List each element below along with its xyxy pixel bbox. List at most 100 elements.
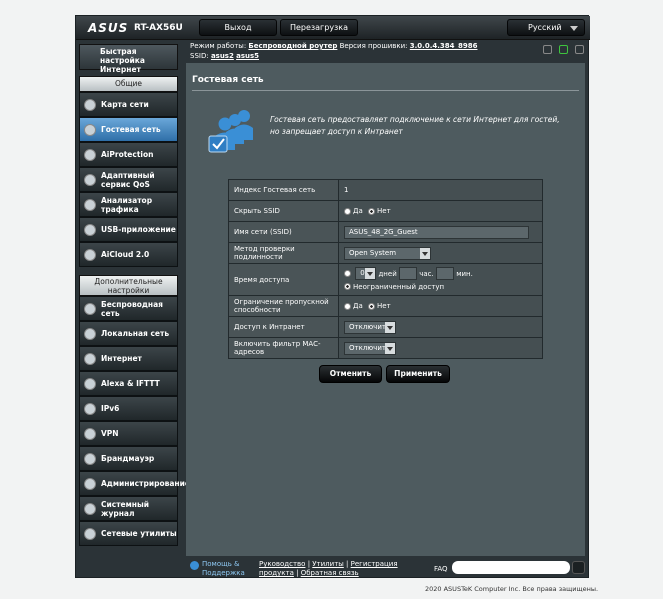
access-time-field: 0 дней час. мин. Неограниченный доступ — [338, 263, 543, 296]
alexa-icon — [84, 377, 96, 390]
logout-button[interactable]: Выход — [199, 19, 277, 36]
menu-wireless[interactable]: Беспроводная сеть — [79, 296, 178, 321]
hide-ssid-no-radio[interactable] — [368, 207, 375, 215]
ssid-5g-link[interactable]: asus5 — [236, 52, 259, 60]
language-label: Русский — [528, 23, 562, 32]
ssid-input[interactable]: ASUS_48_2G_Guest — [344, 225, 529, 239]
index-label: Индекс Гостевая сеть — [228, 179, 339, 201]
bandwidth-limit-field: Да Нет — [338, 295, 543, 317]
menu-lan[interactable]: Локальная сеть — [79, 321, 178, 346]
language-select[interactable]: Русский — [507, 19, 585, 36]
mac-filter-label: Включить фильтр MAC-адресов — [228, 337, 339, 359]
menu-aicloud[interactable]: AiCloud 2.0 — [79, 242, 178, 267]
bandwidth-yes-radio[interactable] — [344, 302, 351, 310]
bandwidth-limit-label: Ограничение пропускной способности — [228, 295, 339, 317]
usb-icon — [84, 223, 96, 236]
top-bar: ASUS RT-AX56U Выход Перезагрузка Русский — [76, 16, 590, 40]
menu-firewall[interactable]: Брандмауэр — [79, 446, 178, 471]
apply-button[interactable]: Применить — [386, 365, 450, 383]
days-select[interactable]: 0 — [355, 267, 377, 280]
ssid-label: SSID: — [190, 52, 209, 60]
mode-label: Режим работы: — [190, 42, 247, 50]
general-menu: Карта сети Гостевая сеть AiProtection Ад… — [79, 92, 178, 267]
menu-guest-network[interactable]: Гостевая сеть — [79, 117, 178, 142]
lan-icon — [84, 327, 96, 340]
chevron-down-icon — [570, 26, 578, 31]
page-title: Гостевая сеть — [192, 75, 264, 85]
mac-filter-select[interactable]: Отключить — [344, 341, 396, 355]
hours-input[interactable] — [398, 267, 417, 280]
menu-vpn[interactable]: VPN — [79, 421, 178, 446]
faq-search-input[interactable] — [452, 561, 570, 574]
asus-logo: ASUS — [88, 21, 129, 35]
ssid-2g-link[interactable]: asus2 — [211, 52, 234, 60]
aicloud-icon — [84, 248, 96, 261]
status-bar: Режим работы: Беспроводной роутер Версия… — [186, 41, 590, 62]
internet-status-icon[interactable] — [559, 45, 568, 54]
intranet-access-select[interactable]: Отключить — [344, 320, 396, 334]
unlimited-label: Неограниченный доступ — [353, 282, 445, 291]
days-unit: дней — [378, 269, 397, 278]
intranet-access-label: Доступ к Интранет — [228, 316, 339, 338]
ssid-name-label: Имя сети (SSID) — [228, 221, 339, 243]
menu-wan[interactable]: Интернет — [79, 346, 178, 371]
ipv6-icon — [84, 402, 96, 415]
advanced-header: Дополнительные настройки — [79, 275, 178, 296]
hours-unit: час. — [419, 269, 434, 278]
menu-syslog[interactable]: Системный журнал — [79, 496, 178, 521]
access-time-limited-radio[interactable] — [344, 270, 351, 277]
menu-alexa[interactable]: Alexa & IFTTT — [79, 371, 178, 396]
menu-aiprotection[interactable]: AiProtection — [79, 142, 178, 167]
traffic-analyzer-icon — [84, 198, 96, 211]
footer-links: Руководство | Утилиты | Регистрация прод… — [259, 560, 398, 577]
hide-ssid-label: Скрыть SSID — [228, 200, 339, 222]
minutes-unit: мин. — [456, 269, 473, 278]
admin-icon — [84, 477, 96, 490]
network-map-icon — [84, 98, 96, 111]
access-time-unlimited-radio[interactable] — [344, 283, 351, 290]
menu-ipv6[interactable]: IPv6 — [79, 396, 178, 421]
content-panel: Гостевая сеть Гостевая сеть предоставляе… — [186, 63, 585, 556]
hide-ssid-yes-radio[interactable] — [344, 207, 351, 215]
auth-method-label: Метод проверки подлинности — [228, 242, 339, 264]
quick-setup-button[interactable]: Быстрая настройка Интернет — [79, 44, 178, 74]
copyright: 2020 ASUSTeK Computer Inc. Все права защ… — [425, 585, 599, 593]
menu-qos[interactable]: Адаптивный сервис QoS — [79, 167, 178, 192]
feedback-link[interactable]: Обратная связь — [301, 569, 359, 577]
minutes-input[interactable] — [435, 267, 454, 280]
auth-method-select[interactable]: Open System — [344, 246, 431, 260]
faq-label: FAQ — [434, 565, 448, 573]
guest-settings-table: Индекс Гостевая сеть 1 Скрыть SSID Да Не… — [228, 179, 543, 359]
search-icon[interactable] — [572, 561, 585, 574]
manual-link[interactable]: Руководство — [259, 560, 305, 568]
chevron-down-icon — [420, 247, 430, 259]
utilities-link[interactable]: Утилиты — [312, 560, 344, 568]
cancel-button[interactable]: Отменить — [319, 365, 382, 383]
mode-link[interactable]: Беспроводной роутер — [248, 42, 337, 50]
chevron-down-icon — [385, 321, 395, 333]
syslog-icon — [84, 502, 96, 515]
guest-users-icon — [208, 110, 253, 153]
client-status-icon[interactable] — [543, 45, 552, 54]
wireless-icon — [84, 302, 96, 315]
network-tools-icon — [84, 527, 96, 540]
menu-traffic-analyzer[interactable]: Анализатор трафика — [79, 192, 178, 217]
help-icon — [190, 561, 199, 570]
menu-admin[interactable]: Администрирование — [79, 471, 190, 496]
menu-network-map[interactable]: Карта сети — [79, 92, 178, 117]
guest-network-icon — [84, 123, 96, 136]
chevron-down-icon — [365, 268, 376, 279]
bandwidth-no-radio[interactable] — [368, 302, 375, 310]
usb-status-icon[interactable] — [575, 45, 584, 54]
chevron-down-icon — [385, 342, 395, 354]
menu-usb[interactable]: USB-приложение — [79, 217, 178, 242]
firmware-link[interactable]: 3.0.0.4.384_8986 — [410, 42, 478, 50]
index-value: 1 — [338, 179, 543, 201]
vpn-icon — [84, 427, 96, 440]
footer: Помощь & Поддержка Руководство | Утилиты… — [186, 558, 590, 578]
help-support-link[interactable]: Помощь & Поддержка — [202, 560, 252, 578]
wan-icon — [84, 352, 96, 365]
intro-text: Гостевая сеть предоставляет подключение … — [270, 115, 560, 136]
menu-network-tools[interactable]: Сетевые утилиты — [79, 521, 178, 546]
reboot-button[interactable]: Перезагрузка — [280, 19, 358, 36]
